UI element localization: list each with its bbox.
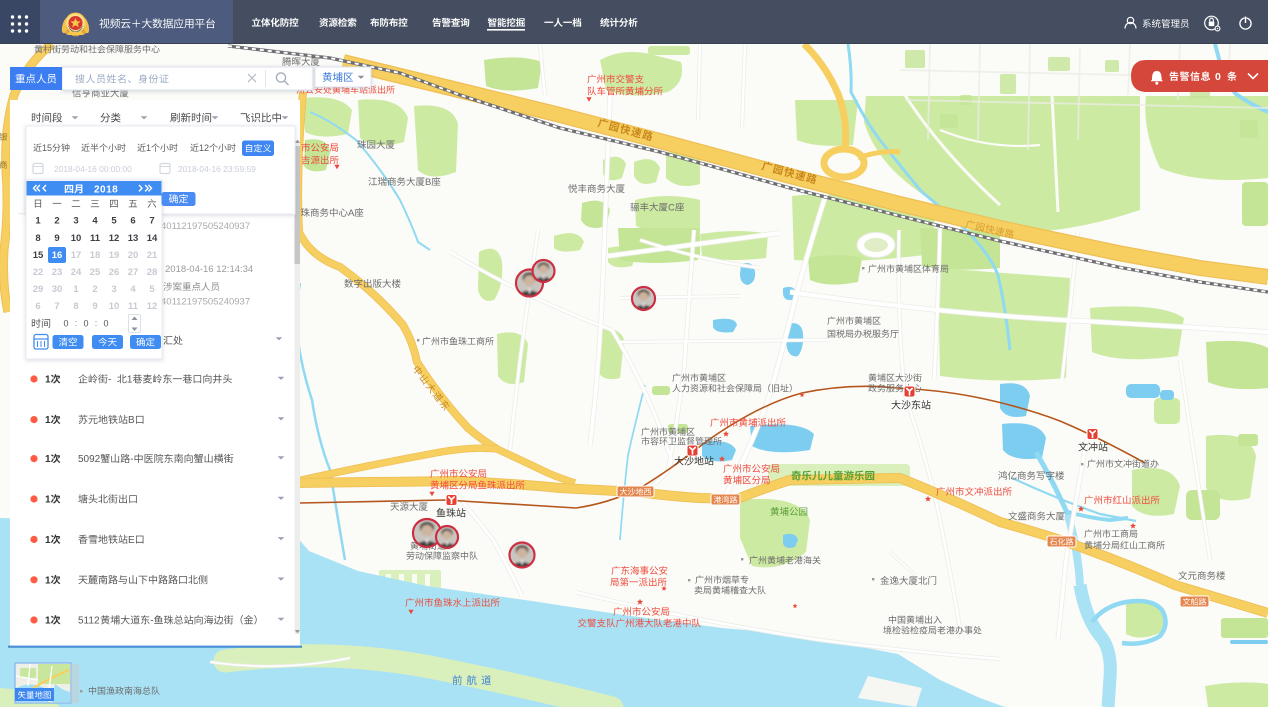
svg-text:2018-04-16 23:59:59: 2018-04-16 23:59:59: [178, 164, 256, 174]
svg-text:11: 11: [90, 233, 101, 244]
svg-text:2018-04-16 12:14:34: 2018-04-16 12:14:34: [165, 264, 253, 275]
svg-text:1: 1: [45, 415, 51, 426]
svg-text:-: -: [108, 375, 111, 386]
svg-text:1: 1: [73, 284, 79, 295]
svg-text:5092: 5092: [78, 454, 101, 465]
svg-text:26: 26: [109, 267, 120, 278]
svg-text:19: 19: [109, 250, 120, 261]
svg-text:2018: 2018: [94, 185, 118, 196]
svg-text:21: 21: [147, 250, 158, 261]
svg-text:22: 22: [33, 267, 44, 278]
svg-text:0: 0: [1215, 71, 1221, 83]
svg-text:24: 24: [71, 267, 82, 278]
svg-text:C: C: [668, 203, 675, 214]
svg-text:B: B: [425, 177, 431, 188]
svg-text:0: 0: [103, 319, 108, 329]
svg-text:-: -: [150, 616, 153, 627]
svg-text:1: 1: [45, 535, 51, 546]
svg-text:12: 12: [147, 301, 158, 312]
svg-text:A: A: [348, 208, 355, 219]
svg-text:12: 12: [199, 143, 209, 153]
svg-text:6: 6: [130, 216, 135, 227]
svg-text:E: E: [128, 535, 135, 546]
svg-text:20: 20: [128, 250, 139, 261]
svg-text:B: B: [128, 415, 135, 426]
svg-text:30: 30: [52, 284, 63, 295]
svg-text:25: 25: [90, 267, 101, 278]
svg-text:8: 8: [35, 233, 40, 244]
svg-text:23: 23: [52, 267, 63, 278]
svg-text:3: 3: [73, 216, 78, 227]
svg-text:15: 15: [42, 143, 52, 153]
svg-text:2018-04-16 00:00:00: 2018-04-16 00:00:00: [54, 164, 132, 174]
svg-text:27: 27: [128, 267, 139, 278]
svg-text:3: 3: [111, 284, 116, 295]
svg-text:9: 9: [54, 233, 59, 244]
svg-text:2: 2: [92, 284, 97, 295]
svg-text:5112: 5112: [78, 616, 100, 627]
svg-text:10: 10: [71, 233, 82, 244]
svg-text:1: 1: [146, 143, 151, 153]
svg-text:9: 9: [92, 301, 97, 312]
svg-text:-: -: [130, 454, 133, 465]
svg-text:5: 5: [111, 216, 117, 227]
svg-text:11: 11: [128, 301, 139, 312]
svg-text:15: 15: [33, 250, 44, 261]
svg-text:40112197505240937: 40112197505240937: [161, 221, 250, 232]
svg-text:7: 7: [54, 301, 59, 312]
svg-text:40112197505240937: 40112197505240937: [161, 297, 250, 308]
svg-text:6: 6: [35, 301, 40, 312]
svg-text:1: 1: [35, 216, 41, 227]
svg-text:29: 29: [33, 284, 44, 295]
svg-text:4: 4: [130, 284, 136, 295]
svg-text:17: 17: [71, 250, 82, 261]
svg-text:18: 18: [90, 250, 101, 261]
svg-text:8: 8: [73, 301, 78, 312]
svg-text:10: 10: [109, 301, 120, 312]
svg-text:1: 1: [45, 454, 51, 465]
svg-text:7: 7: [149, 216, 154, 227]
svg-text:2: 2: [54, 216, 59, 227]
svg-text:1: 1: [45, 575, 51, 586]
svg-text:28: 28: [147, 267, 158, 278]
svg-text:0: 0: [83, 319, 88, 329]
svg-text:14: 14: [147, 233, 158, 244]
svg-text:12: 12: [109, 233, 120, 244]
svg-text:16: 16: [52, 250, 63, 261]
svg-text:4: 4: [92, 216, 98, 227]
svg-text:1: 1: [45, 495, 51, 506]
svg-text::: :: [95, 318, 98, 328]
svg-text:13: 13: [128, 233, 139, 244]
svg-text:1: 1: [45, 616, 51, 627]
svg-text:1: 1: [45, 375, 51, 386]
svg-text:1: 1: [127, 375, 133, 386]
svg-text::: :: [75, 318, 78, 328]
svg-text:5: 5: [149, 284, 155, 295]
svg-text:0: 0: [63, 319, 68, 329]
